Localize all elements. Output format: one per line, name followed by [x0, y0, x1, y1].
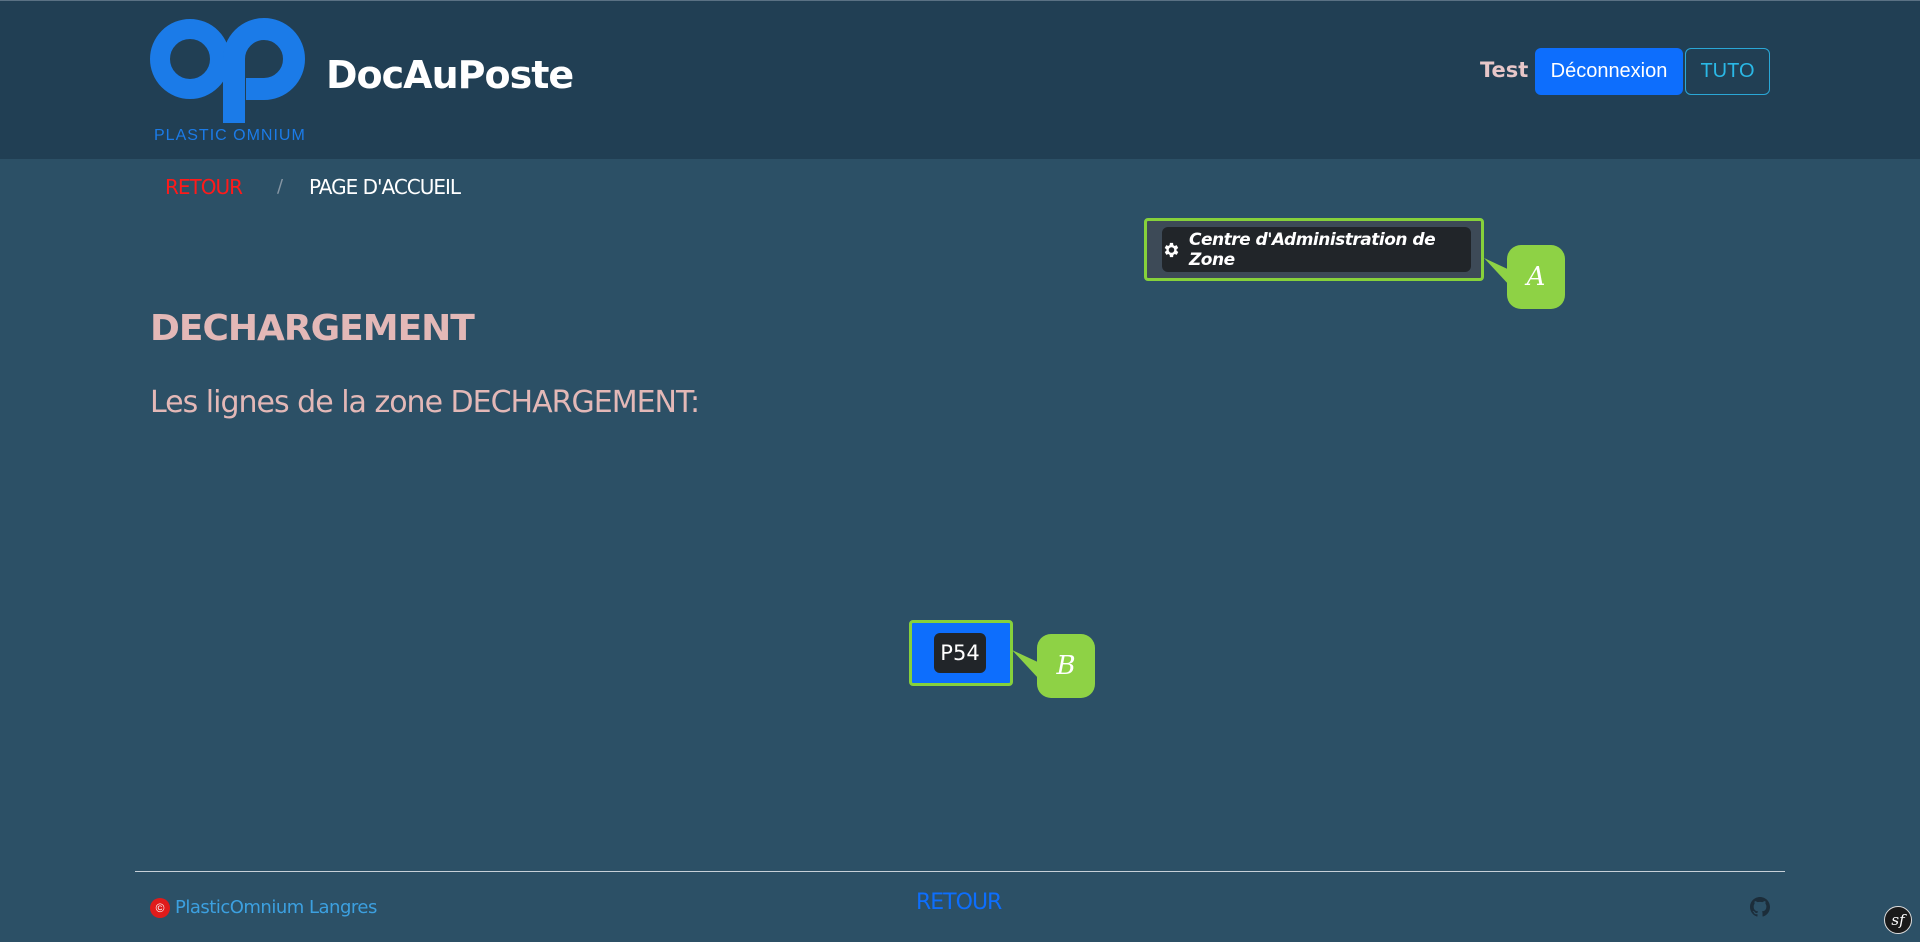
breadcrumb-home-link[interactable]: PAGE D'ACCUEIL: [309, 175, 461, 199]
top-header: PLASTIC OMNIUM DocAuPoste Test Déconnexi…: [0, 0, 1920, 159]
logo-mark-icon: [150, 18, 305, 123]
zone-lines-heading: Les lignes de la zone DECHARGEMENT:: [150, 385, 700, 420]
plastic-omnium-logo[interactable]: PLASTIC OMNIUM: [150, 17, 306, 145]
breadcrumb-back-link[interactable]: RETOUR: [165, 175, 243, 199]
copyright-icon: ©: [150, 898, 170, 918]
app-title[interactable]: DocAuPoste: [326, 53, 574, 97]
symfony-icon[interactable]: sf: [1884, 906, 1912, 934]
user-name: Test: [1480, 58, 1529, 82]
zone-admin-button[interactable]: Centre d'Administration de Zone: [1162, 227, 1471, 272]
logout-button[interactable]: Déconnexion: [1535, 48, 1683, 95]
footer-company-link[interactable]: PlasticOmnium Langres: [175, 897, 377, 918]
breadcrumb-separator: /: [277, 176, 283, 197]
logo-caption: PLASTIC OMNIUM: [154, 127, 306, 144]
tuto-button[interactable]: TUTO: [1685, 48, 1770, 95]
footer-divider: [135, 871, 1785, 872]
gear-icon: [1164, 242, 1179, 257]
line-button-p54[interactable]: P54: [934, 633, 986, 673]
github-icon[interactable]: [1750, 897, 1770, 917]
callout-a: A: [1507, 245, 1565, 309]
callout-b: B: [1037, 634, 1095, 698]
zone-title: DECHARGEMENT: [150, 308, 475, 349]
zone-admin-label: Centre d'Administration de Zone: [1188, 229, 1436, 270]
footer-back-link[interactable]: RETOUR: [916, 890, 1002, 915]
